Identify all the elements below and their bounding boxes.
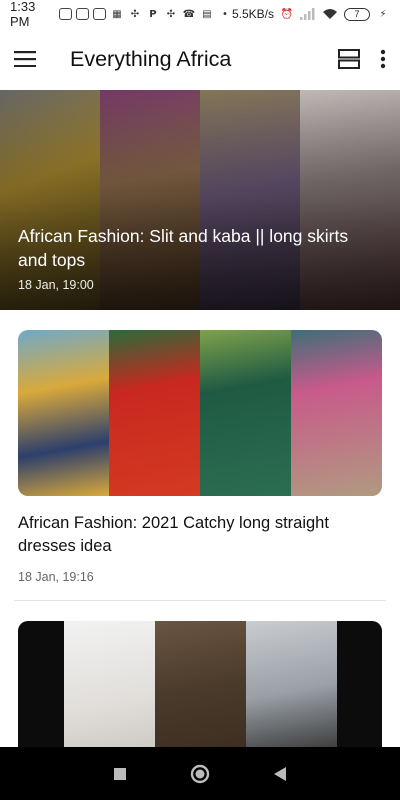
grid-icon: ▦ [112, 8, 122, 20]
thumbnail-panel [154, 621, 246, 747]
thumbnail-panel [291, 330, 382, 496]
app-title: Everything Africa [70, 46, 232, 71]
mail-icon [92, 8, 106, 20]
wifi-icon [323, 9, 337, 19]
article-thumbnail[interactable] [18, 330, 382, 496]
system-nav-bar [0, 747, 400, 800]
thumbnail-panel [18, 330, 109, 496]
messenger-icon [75, 8, 89, 20]
battery-icon: 7 [344, 7, 370, 21]
network-speed: 5.5KB/s [231, 7, 274, 21]
notification-icons: ▦ ✣ P ✣ ☎ ▤ • [58, 7, 232, 21]
status-bar: 1:33 PM ▦ ✣ P ✣ ☎ ▤ • 5.5KB/s ⏰ 7 ⚡ [0, 0, 400, 29]
more-options-icon[interactable] [380, 49, 386, 69]
dot-icon: • [222, 8, 228, 20]
home-button[interactable] [180, 754, 220, 794]
app-bar: Everything Africa [0, 28, 400, 90]
back-button[interactable] [260, 754, 300, 794]
alarm-icon: ⏰ [280, 8, 294, 20]
thumbnail-panel [109, 330, 200, 496]
article-thumbnail[interactable] [18, 621, 382, 747]
thumbnail-panel [18, 621, 64, 747]
pinwheel-icon: ✣ [130, 8, 140, 20]
signal-icon [300, 8, 315, 20]
photo-icon [58, 8, 72, 20]
circle-icon [190, 764, 210, 783]
thumbnail-panel [200, 330, 291, 496]
battery-level: 7 [344, 7, 370, 21]
thumbnail-panel [336, 621, 382, 747]
back-triangle-icon [274, 766, 286, 781]
app-actions [338, 49, 386, 69]
article-card[interactable]: African Fashion: 2021 Catchy long straig… [0, 310, 400, 584]
square-icon [114, 767, 126, 780]
pinwheel-icon: ✣ [166, 8, 176, 20]
phone-icon: ☎ [182, 8, 196, 20]
hero-date: 18 Jan, 19:00 [18, 278, 94, 292]
recents-button[interactable] [100, 754, 140, 794]
status-time: 1:33 PM [10, 0, 36, 29]
menu-icon[interactable] [14, 51, 36, 67]
hero-text: African Fashion: Slit and kaba || long s… [18, 224, 382, 292]
article-card[interactable] [0, 601, 400, 747]
thumbnail-panel [245, 621, 337, 747]
hero-title[interactable]: African Fashion: Slit and kaba || long s… [18, 224, 382, 272]
charging-icon: ⚡ [379, 8, 387, 20]
article-title[interactable]: African Fashion: 2021 Catchy long straig… [18, 512, 382, 558]
view-toggle-icon[interactable] [338, 49, 360, 69]
hero-article[interactable]: African Fashion: Slit and kaba || long s… [0, 90, 400, 310]
status-right: 5.5KB/s ⏰ 7 ⚡ [232, 7, 390, 21]
clipboard-icon: ▤ [202, 8, 212, 20]
article-date: 18 Jan, 19:16 [18, 570, 94, 584]
p-icon: P [149, 8, 157, 20]
article-feed[interactable]: African Fashion: Slit and kaba || long s… [0, 90, 400, 747]
thumbnail-panel [63, 621, 155, 747]
